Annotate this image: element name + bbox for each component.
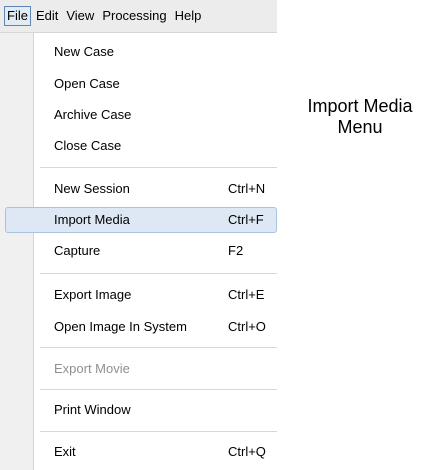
menu-item-label: Archive Case (54, 107, 132, 122)
menu-item-label: Close Case (54, 138, 122, 153)
menu-item-label: New Case (54, 44, 114, 59)
menu-item-label: Exit (54, 444, 76, 459)
menu-item-shortcut: Ctrl+O (228, 319, 266, 334)
menu-item-shortcut: Ctrl+Q (228, 444, 266, 459)
caption-line-2: Menu (337, 117, 383, 137)
menu-item-label: Export Movie (54, 361, 130, 376)
menu-bar: File Edit View Processing Help (0, 0, 277, 33)
menu-item-shortcut: Ctrl+F (228, 212, 264, 227)
menu-separator (40, 389, 277, 390)
menu-item-label: Import Media (54, 212, 130, 227)
menu-item-new-session[interactable]: New Session Ctrl+N (0, 176, 277, 202)
menu-item-export-movie: Export Movie (0, 356, 277, 382)
caption-line-1: Import Media (307, 96, 413, 116)
menu-separator (40, 273, 277, 274)
menu-item-label: Print Window (54, 402, 131, 417)
menu-item-label: Open Case (54, 76, 120, 91)
menu-item-shortcut: Ctrl+N (228, 181, 266, 196)
menu-item-print-window[interactable]: Print Window (0, 397, 277, 423)
menu-item-close-case[interactable]: Close Case (0, 133, 277, 159)
file-dropdown-menu: New Case Open Case Archive Case Close Ca… (0, 33, 277, 470)
menu-separator (40, 431, 277, 432)
menu-item-archive-case[interactable]: Archive Case (0, 102, 277, 128)
menu-item-export-image[interactable]: Export Image Ctrl+E (0, 282, 277, 308)
application-window: File Edit View Processing Help New Case … (0, 0, 277, 470)
menu-item-label: Open Image In System (54, 319, 187, 334)
menu-file[interactable]: File (4, 6, 31, 26)
menu-edit[interactable]: Edit (33, 6, 61, 26)
menu-item-label: Export Image (54, 287, 132, 302)
menu-item-open-image-in-system[interactable]: Open Image In System Ctrl+O (0, 314, 277, 340)
menu-separator (40, 347, 277, 348)
menu-item-label: Capture (54, 243, 101, 258)
menu-separator (40, 167, 277, 168)
menu-item-shortcut: Ctrl+E (228, 287, 265, 302)
menu-item-import-media[interactable]: Import Media Ctrl+F (5, 207, 277, 233)
menu-processing[interactable]: Processing (99, 6, 169, 26)
menu-item-new-case[interactable]: New Case (0, 39, 277, 65)
menu-help[interactable]: Help (172, 6, 205, 26)
menu-item-label: New Session (54, 181, 130, 196)
menu-item-capture[interactable]: Capture F2 (0, 238, 277, 264)
menu-item-shortcut: F2 (228, 243, 244, 258)
menu-view[interactable]: View (63, 6, 97, 26)
menu-item-open-case[interactable]: Open Case (0, 71, 277, 97)
menu-item-exit[interactable]: Exit Ctrl+Q (0, 439, 277, 465)
annotation-caption: Import Media Menu (290, 96, 430, 138)
